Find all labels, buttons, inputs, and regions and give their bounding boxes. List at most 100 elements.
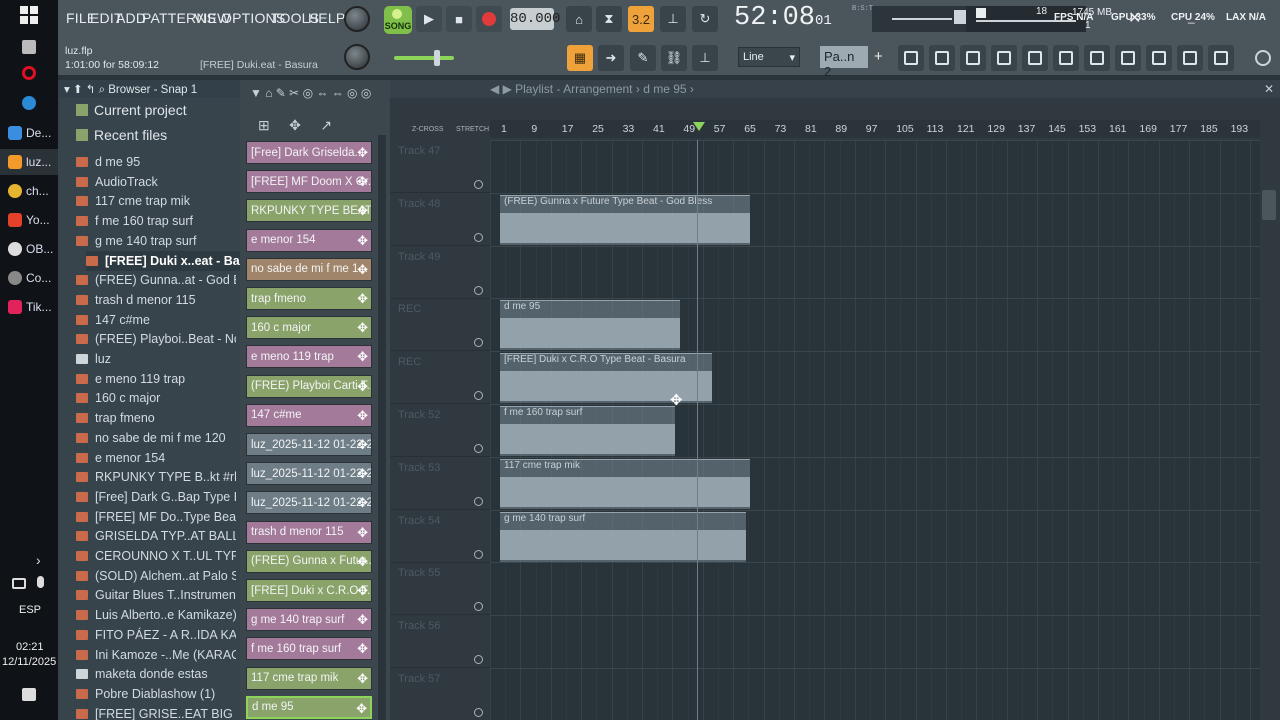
notifications-icon[interactable] [22,688,36,701]
stretch-label[interactable]: STRETCH [456,126,489,133]
network-icon[interactable] [12,578,26,589]
browser-item[interactable]: luz [76,349,236,369]
browser-item[interactable]: maketa donde estas [76,664,236,684]
track-header[interactable]: REC [390,298,490,352]
track-header[interactable]: Track 49 [390,246,490,299]
master-pitch-knob[interactable] [344,44,370,70]
pattern-item[interactable]: [FREE] MF Doom X Gr... ✥ [246,170,372,194]
pattern-item[interactable]: RKPUNKY TYPE BEAT ... ✥ [246,199,372,223]
taskbar-item-chrome[interactable]: ch... [0,178,58,204]
taskbar-item-youtube[interactable]: Yo... [0,207,58,233]
pattern-selector[interactable]: Pa..n 2 [820,46,868,79]
browser-item[interactable]: trash d menor 115 [76,290,236,310]
browser-item[interactable]: (FREE) Playboi..Beat - No Bap [76,329,236,349]
pattern-item[interactable]: trash d menor 115 ✥ [246,520,372,544]
audio-clip[interactable]: f me 160 trap surf [500,406,675,456]
export-button[interactable] [1177,45,1203,71]
track-mute-icon[interactable] [474,285,483,295]
track-mute-icon[interactable] [474,549,483,559]
browser-item[interactable]: [Free] Dark G..Bap Type Beat [76,487,236,507]
taskbar-item-co[interactable]: Co... [0,265,58,291]
step-edit-button[interactable]: ➜ [598,45,624,71]
track-mute-icon[interactable] [474,180,483,189]
track-mute-icon[interactable] [474,655,483,665]
browser-item[interactable]: g me 140 trap surf [76,231,236,251]
opera-icon[interactable] [22,66,36,80]
pattern-item[interactable]: [Free] Dark Griselda... ✥ [246,141,372,164]
pattern-item[interactable]: g me 140 trap surf ✥ [246,608,372,632]
audio-clip[interactable]: d me 95 [500,300,680,351]
record-button[interactable] [476,6,502,32]
browser-item[interactable]: f me 160 trap surf [76,211,236,231]
playlist-scrollbar[interactable] [1262,190,1276,220]
pattern-item[interactable]: 147 c#me ✥ [246,403,372,427]
track-mute-icon[interactable] [474,496,483,506]
browser-menu-icon[interactable]: ▾ ⬆ ↰ ⌕ [64,84,108,96]
playhead-marker[interactable] [693,122,705,131]
browser-item[interactable]: no sabe de mi f me 120 [76,428,236,448]
browser-item[interactable]: (FREE) Gunna..at - God Bless [76,270,236,290]
track-header[interactable]: Track 53 [390,457,490,510]
snap-select[interactable]: Line ▾ [738,47,800,67]
pattern-item[interactable]: luz_2025-11-12 01-22-2... ✥ [246,491,372,515]
browser-item[interactable]: CEROUNNO X T..UL TYPE BEAT [76,546,236,566]
browser-item[interactable]: [FREE] MF Do..Type Beat Era [76,507,236,527]
pattern-item[interactable]: e menor 154 ✥ [246,228,372,252]
close-icon[interactable]: ✕ [1128,8,1141,28]
browser-item[interactable]: RKPUNKY TYPE B..kt #rkpunky [76,467,236,487]
browser-item[interactable]: trap fmeno [76,408,236,428]
browser-item[interactable]: Ini Kamoze -..Me (KARAOKE) [76,645,236,665]
audio-clip[interactable]: (FREE) Gunna x Future Type Beat - God Bl… [500,194,750,245]
track-header[interactable]: Track 54 [390,510,490,563]
pattern-item[interactable]: e meno 119 trap ✥ [246,345,372,369]
wait-input-button[interactable]: ⧗ [596,6,622,32]
microphone-icon[interactable] [37,576,44,588]
playlist-close-icon[interactable]: ✕ [1264,82,1274,96]
browser-item[interactable]: GRISELDA TYP..AT BALLAD (1) [76,526,236,546]
draw-tool-button[interactable]: ✎ [630,45,656,71]
pattern-item[interactable]: trap fmeno ✥ [246,287,372,310]
app-icon[interactable] [22,40,36,54]
link-tool-button[interactable]: ⛓ [661,45,687,71]
track-mute-icon[interactable] [474,338,483,348]
clock-date[interactable]: 12/11/2025 [2,656,56,668]
browser-item[interactable]: AudioTrack [76,172,236,192]
track-header[interactable]: Track 57 [390,668,490,720]
browser-item[interactable]: e meno 119 trap [76,369,236,389]
zcross-label[interactable]: Z-CROSS [412,126,444,133]
playlist-view-button[interactable] [960,45,986,71]
taskbar-item-obs[interactable]: OB... [0,236,58,262]
browser-item[interactable]: Luis Alberto..e Kamikaze) (1) [76,605,236,625]
taskbar-item-tiktok[interactable]: Tik... [0,294,58,320]
typing-keyboard-button[interactable]: ▦ [567,45,593,71]
browser-item[interactable]: 117 cme trap mik [76,191,236,211]
browser-item[interactable]: Pobre Diablashow (1) [76,684,236,704]
browser-item[interactable]: [FREE] GRISE..EAT BIG GUNS [76,704,236,720]
channel-rack-view-button[interactable] [929,45,955,71]
pattern-item[interactable]: luz_2025-11-12 01-22-2... ✥ [246,462,372,486]
plugin-database-button[interactable] [1022,45,1048,71]
browser-item[interactable]: 147 c#me [76,310,236,330]
song-time-display[interactable]: 52:0801 B:S:T [734,3,873,37]
edge-icon[interactable] [22,96,36,110]
play-button[interactable]: ▶ [416,6,442,32]
touch-keyboard-button[interactable] [1146,45,1172,71]
taskbar-item-fl-studio[interactable]: luz... [0,149,58,175]
taskbar-item-downloads[interactable]: De... [0,120,58,146]
pattern-item[interactable]: (FREE) Playboi Carti T... ✥ [246,374,372,398]
metronome-button[interactable]: ⌂ [566,6,592,32]
main-pitch-slider[interactable] [394,50,454,66]
menu-help[interactable]: HELP [308,10,345,26]
track-header[interactable]: Track 48 [390,193,490,246]
current-project-item[interactable]: Current project [76,102,187,118]
pattern-item[interactable]: 160 c major ✥ [246,316,372,340]
stamp-tool-button[interactable]: ⊥ [692,45,718,71]
browser-item[interactable]: (SOLD) Alchem..at Palo Santo [76,566,236,586]
pattern-item[interactable]: d me 95 ✥ [246,695,372,719]
master-volume-knob[interactable] [344,6,370,32]
add-pattern-button[interactable]: + [874,48,883,65]
track-header[interactable]: Track 47 [390,140,490,193]
piano-roll-view-button[interactable] [991,45,1017,71]
audio-clip[interactable]: g me 140 trap surf [500,511,746,562]
pattern-item[interactable]: 117 cme trap mik ✥ [246,666,372,690]
